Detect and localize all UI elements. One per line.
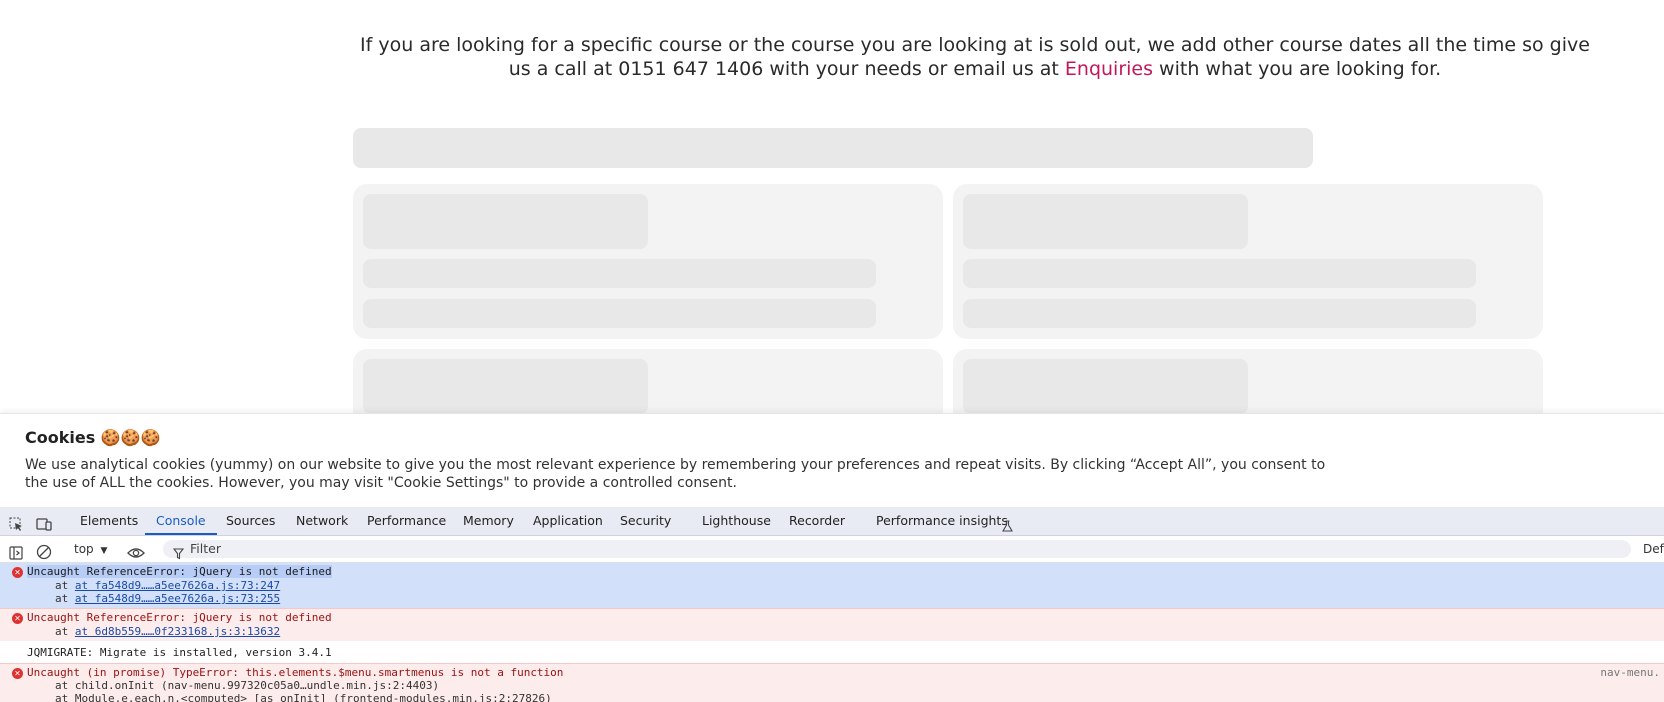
devtools-panel: Elements Console Sources Network Perform… — [0, 507, 1664, 702]
chevron-down-icon: ▼ — [100, 546, 108, 556]
tab-application[interactable]: Application — [533, 507, 603, 535]
error-icon: ✕ — [12, 613, 23, 624]
skeleton-line — [363, 259, 876, 288]
console-error-message[interactable]: ✕ Uncaught ReferenceError: jQuery is not… — [0, 563, 1664, 608]
clear-console-icon[interactable] — [36, 541, 52, 560]
filter-input[interactable]: Filter — [163, 540, 1631, 559]
stack-frame-link[interactable]: at 6d8b559……0f233168.js:3:13632 — [75, 625, 280, 638]
stack-frame-link[interactable]: at fa548d9……a5ee7626a.js:73:255 — [75, 592, 280, 605]
console-toolbar: top ▼ Filter Def — [0, 536, 1664, 563]
tab-lighthouse[interactable]: Lighthouse — [702, 507, 771, 535]
context-selector[interactable]: top ▼ — [74, 536, 107, 562]
skeleton-line — [963, 259, 1476, 288]
skeleton-card — [353, 184, 943, 339]
cookie-banner: Cookies 🍪🍪🍪 We use analytical cookies (y… — [0, 413, 1664, 508]
error-icon: ✕ — [12, 567, 23, 578]
skeleton-banner — [353, 128, 1313, 168]
info-text: JQMIGRATE: Migrate is installed, version… — [27, 646, 332, 659]
tab-performance[interactable]: Performance — [367, 507, 446, 535]
console-messages: ✕ Uncaught ReferenceError: jQuery is not… — [0, 563, 1664, 702]
error-text: Uncaught (in promise) TypeError: this.el… — [27, 666, 564, 679]
stack-frame: at Module.e.each.n.<computed> [as onInit… — [55, 692, 552, 702]
skeleton-line — [363, 299, 876, 328]
stack-frame: at at fa548d9……a5ee7626a.js:73:255 — [55, 592, 281, 605]
device-toolbar-icon[interactable] — [36, 514, 52, 533]
filter-funnel-icon — [173, 543, 184, 562]
message-source-link[interactable]: nav-menu. — [1600, 666, 1660, 679]
live-expression-eye-icon[interactable] — [127, 542, 145, 561]
stack-frame: at at fa548d9……a5ee7626a.js:73:247 — [55, 579, 281, 592]
error-icon: ✕ — [12, 668, 23, 679]
skeleton-title — [363, 194, 648, 249]
skeleton-line — [963, 299, 1476, 328]
filter-placeholder: Filter — [190, 541, 221, 556]
enquiries-link[interactable]: Enquiries — [1065, 58, 1153, 80]
tab-performance-insights[interactable]: Performance insights — [876, 507, 1008, 535]
console-info-message[interactable]: JQMIGRATE: Migrate is installed, version… — [0, 641, 1664, 663]
tab-sources[interactable]: Sources — [226, 507, 275, 535]
stack-frame: at child.onInit (nav-menu.997320c05a0…un… — [55, 679, 440, 692]
stack-frame: at at 6d8b559……0f233168.js:3:13632 — [55, 625, 281, 638]
log-levels-dropdown[interactable]: Def — [1643, 536, 1664, 562]
intro-text: If you are looking for a specific course… — [355, 33, 1595, 81]
skeleton-card — [953, 184, 1543, 339]
error-text-highlight: Uncaught ReferenceError: jQuery is not d… — [27, 565, 332, 578]
stack-frame-link[interactable]: at fa548d9……a5ee7626a.js:73:247 — [75, 579, 280, 592]
context-value: top — [74, 542, 94, 556]
cookie-text: We use analytical cookies (yummy) on our… — [25, 457, 1326, 491]
cookie-title: Cookies 🍪🍪🍪 — [25, 428, 161, 447]
skeleton-title — [963, 194, 1248, 249]
experiment-flask-icon — [1002, 515, 1013, 534]
console-error-message[interactable]: ✕ Uncaught ReferenceError: jQuery is not… — [0, 608, 1664, 641]
sidebar-toggle-icon[interactable] — [9, 542, 23, 561]
error-text: Uncaught ReferenceError: jQuery is not d… — [27, 565, 332, 578]
devtools-tabbar: Elements Console Sources Network Perform… — [0, 507, 1664, 536]
tab-console[interactable]: Console — [145, 507, 217, 535]
tab-memory[interactable]: Memory — [463, 507, 514, 535]
error-text: Uncaught ReferenceError: jQuery is not d… — [27, 611, 332, 624]
tab-elements[interactable]: Elements — [80, 507, 138, 535]
skeleton-title — [963, 359, 1248, 414]
tab-security[interactable]: Security — [620, 507, 671, 535]
tab-recorder[interactable]: Recorder — [789, 507, 845, 535]
tab-network[interactable]: Network — [296, 507, 348, 535]
skeleton-title — [363, 359, 648, 414]
console-error-message[interactable]: ✕ Uncaught (in promise) TypeError: this.… — [0, 663, 1664, 702]
intro-text-end: with what you are looking for. — [1153, 58, 1442, 80]
inspect-element-icon[interactable] — [9, 514, 24, 533]
